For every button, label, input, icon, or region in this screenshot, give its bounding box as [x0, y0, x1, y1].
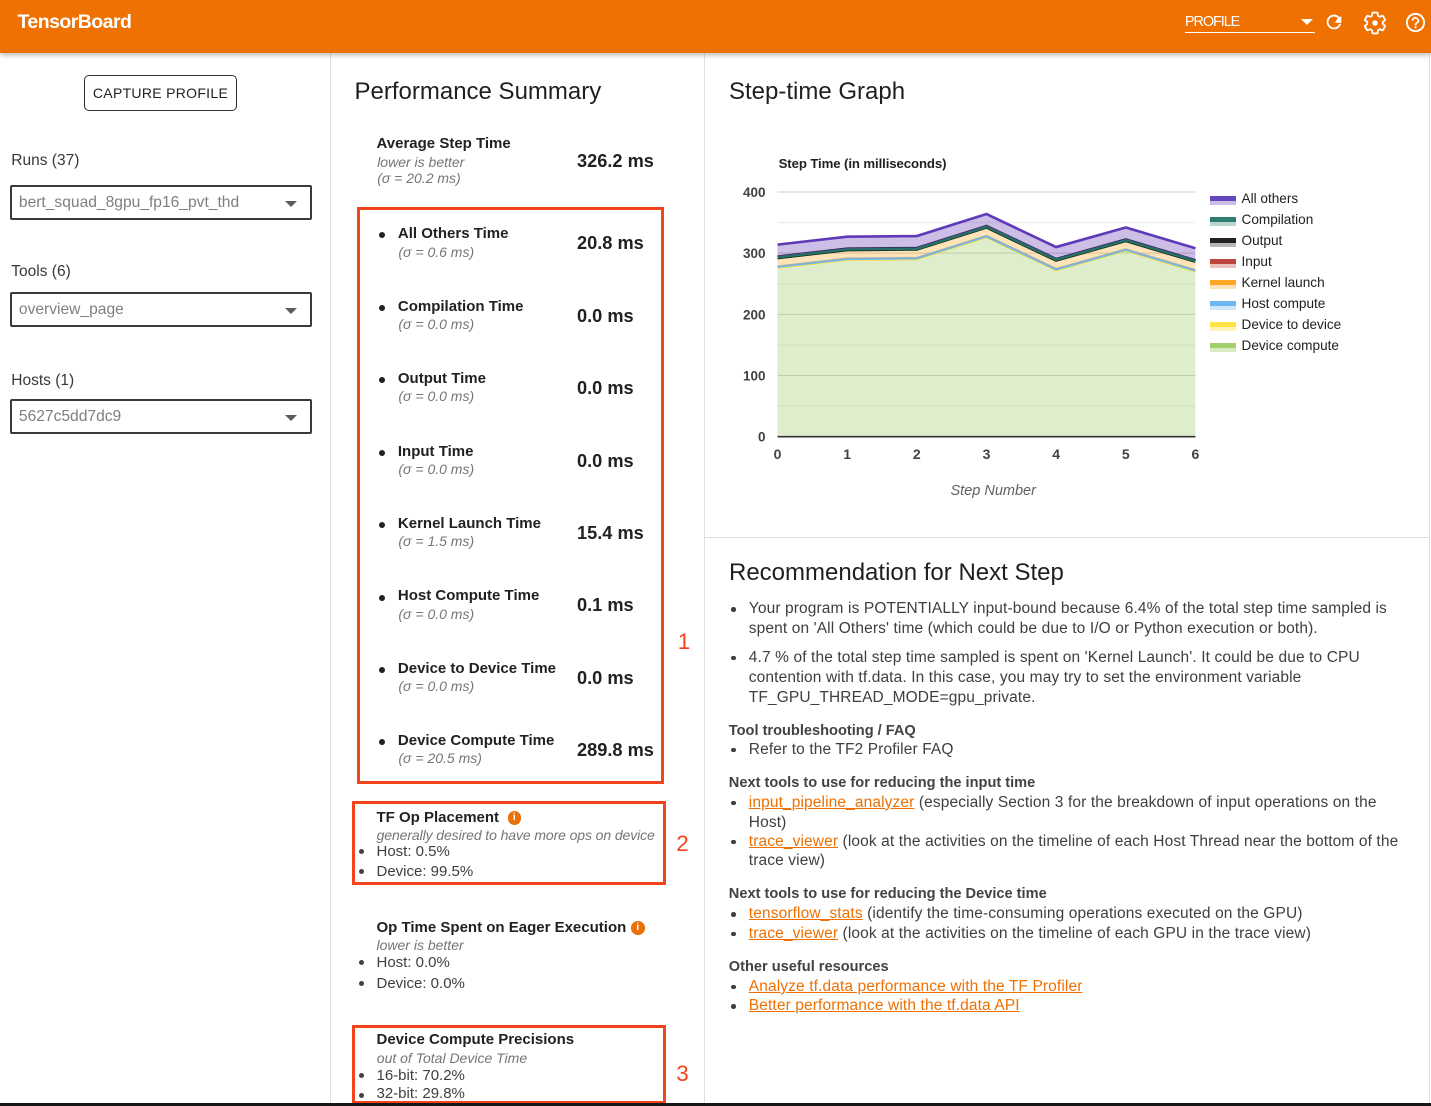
svg-text:0: 0 — [774, 445, 782, 461]
svg-text:300: 300 — [743, 246, 766, 261]
svg-text:2: 2 — [913, 445, 921, 461]
svg-text:100: 100 — [743, 368, 766, 383]
svg-text:1: 1 — [843, 445, 851, 461]
svg-text:5: 5 — [1122, 445, 1130, 461]
svg-text:400: 400 — [743, 185, 766, 200]
svg-text:4: 4 — [1052, 445, 1060, 461]
svg-text:200: 200 — [743, 307, 766, 322]
svg-text:6: 6 — [1192, 445, 1200, 461]
svg-text:3: 3 — [983, 445, 991, 461]
svg-text:0: 0 — [758, 429, 766, 444]
